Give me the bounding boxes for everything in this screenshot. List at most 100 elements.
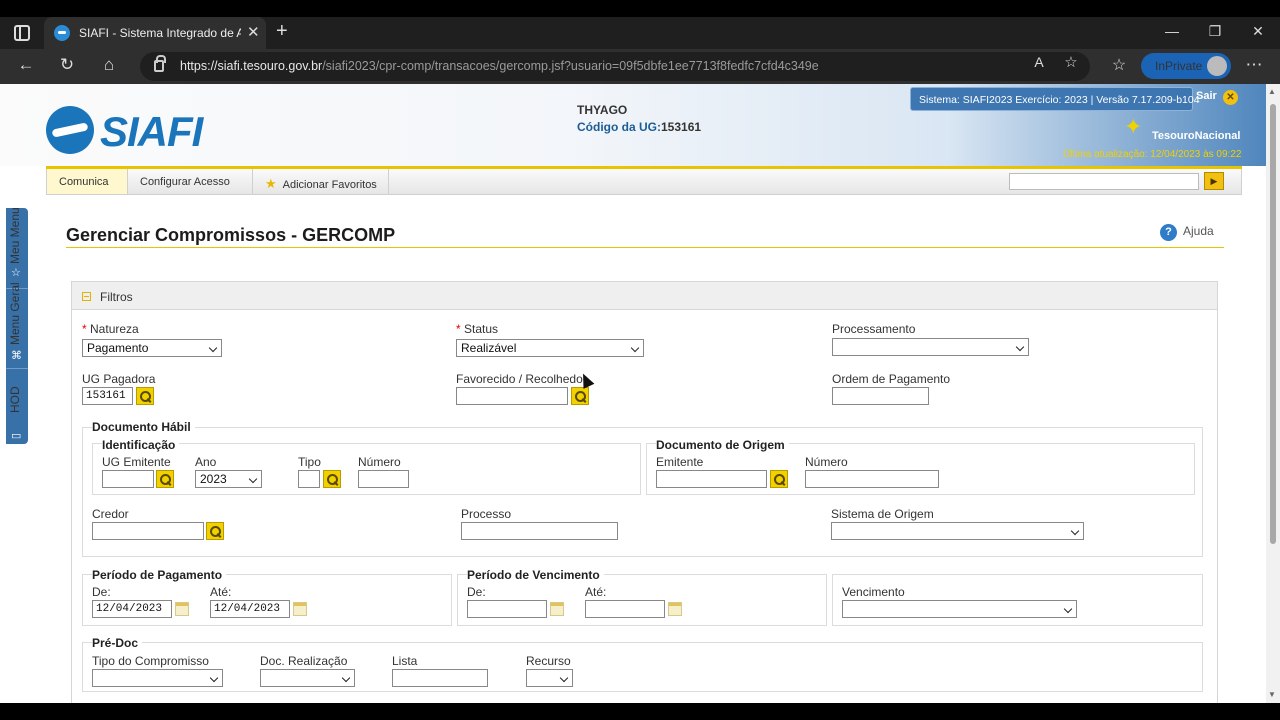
siafi-logo[interactable]: SIAFI (46, 106, 206, 156)
scroll-down-icon[interactable]: ▼ (1268, 690, 1276, 699)
tipo-input[interactable] (298, 470, 320, 488)
favorites-icon[interactable]: ☆ (1106, 55, 1132, 75)
menu-search-input[interactable] (1009, 173, 1199, 190)
lista-label: Lista (392, 654, 418, 668)
sistema-origem-select[interactable] (831, 522, 1084, 540)
tab-actions-icon[interactable] (14, 25, 30, 41)
close-window-icon[interactable]: ✕ (1243, 23, 1273, 40)
siafi-header: SIAFI THYAGO Código da UG:153161 Sistema… (0, 84, 1266, 166)
tipo-search-icon[interactable] (323, 470, 341, 488)
refresh-icon[interactable]: ↻ (54, 55, 80, 75)
calendar-icon[interactable] (550, 602, 564, 616)
lista-input[interactable] (392, 669, 488, 687)
recurso-select[interactable] (526, 669, 573, 687)
doc-realizacao-label: Doc. Realização (260, 654, 348, 668)
tesouro-nacional-logo: ✦ TesouroNacional (1124, 114, 1241, 142)
lock-icon[interactable] (154, 55, 166, 72)
processamento-select[interactable] (832, 338, 1029, 356)
processamento-label: Processamento (832, 322, 916, 336)
pagamento-ate-label: Até: (210, 585, 232, 599)
calendar-icon[interactable] (293, 602, 307, 616)
numero-input[interactable] (358, 470, 409, 488)
vencimento-ate-input[interactable] (585, 600, 665, 618)
help-icon: ? (1160, 224, 1177, 241)
close-icon[interactable]: ✕ (1223, 90, 1238, 105)
vencimento-de-input[interactable] (467, 600, 547, 618)
title-divider (66, 247, 1224, 248)
inprivate-badge[interactable]: InPrivate (1141, 53, 1231, 79)
menu-item-comunica[interactable]: Comunica (47, 169, 128, 194)
side-tab-meu-menu[interactable]: Meu Menu ☆ (6, 207, 28, 284)
emitente-search-icon[interactable] (770, 470, 788, 488)
tipo-compromisso-label: Tipo do Compromisso (92, 654, 209, 668)
profile-avatar-icon[interactable] (1207, 56, 1227, 76)
sair-link[interactable]: Sair (1196, 90, 1217, 102)
tesouro-star-icon: ✦ (1124, 114, 1143, 139)
processo-input[interactable] (461, 522, 618, 540)
credor-search-icon[interactable] (206, 522, 224, 540)
ug-pagadora-search-icon[interactable] (136, 387, 154, 405)
vencimento-select[interactable] (842, 600, 1077, 618)
plus-icon[interactable]: + (276, 20, 288, 43)
credor-label: Credor (92, 507, 129, 521)
page-title: Gerenciar Compromissos - GERCOMP (66, 225, 396, 245)
ano-select[interactable]: 2023 (195, 470, 262, 488)
ano-label: Ano (195, 455, 217, 469)
search-go-icon[interactable]: ▶ (1204, 172, 1224, 190)
recurso-label: Recurso (526, 654, 571, 668)
restore-icon[interactable]: ❐ (1200, 23, 1230, 40)
side-tab-hod[interactable]: HOD ▭ (6, 368, 28, 444)
back-icon[interactable]: ← (13, 55, 39, 75)
side-tab-menu-geral[interactable]: Menu Geral ⌘ (6, 282, 28, 364)
status-select[interactable]: Realizável (456, 339, 644, 357)
page-scrollbar[interactable]: ▲ ▼ (1266, 84, 1280, 703)
top-menu: Comunica Configurar Acesso ★ Adicionar Fa… (46, 169, 1242, 195)
favorecido-label: Favorecido / Recolhedor (456, 372, 587, 386)
emitente-label: Emitente (656, 455, 704, 469)
sistema-origem-label: Sistema de Origem (831, 507, 934, 521)
browser-tab[interactable]: SIAFI - Sistema Integrado de Adm ✕ (44, 17, 266, 49)
close-tab-icon[interactable]: ✕ (247, 23, 260, 41)
side-tabs: Meu Menu ☆ Menu Geral ⌘ HOD ▭ (6, 207, 28, 444)
credor-input[interactable] (92, 522, 204, 540)
ordem-pagamento-input[interactable] (832, 387, 929, 405)
ug-emitente-search-icon[interactable] (156, 470, 174, 488)
ug-emitente-input[interactable] (102, 470, 154, 488)
origem-numero-input[interactable] (805, 470, 939, 488)
favorecido-input[interactable] (456, 387, 568, 405)
menu-item-adicionar-favoritos[interactable]: ★ Adicionar Favoritos (253, 169, 389, 194)
scrollbar-thumb[interactable] (1270, 104, 1276, 544)
ug-pagadora-input[interactable]: 153161 (82, 387, 133, 405)
scroll-up-icon[interactable]: ▲ (1268, 87, 1276, 96)
menu-item-configurar-acesso[interactable]: Configurar Acesso (128, 169, 253, 194)
collapse-icon[interactable] (82, 292, 91, 301)
monitor-icon: ▭ (11, 430, 22, 442)
vencimento-de-label: De: (467, 585, 486, 599)
doc-realizacao-select[interactable] (260, 669, 355, 687)
home-icon[interactable]: ⌂ (96, 55, 122, 75)
filters-header[interactable]: Filtros (71, 281, 1218, 310)
pre-doc-title: Pré-Doc (92, 636, 143, 650)
periodo-vencimento-title: Período de Vencimento (467, 568, 604, 582)
favorecido-search-icon[interactable] (571, 387, 589, 405)
more-icon[interactable]: ⋯ (1241, 55, 1267, 75)
pagamento-de-input[interactable]: 12/04/2023 (92, 600, 172, 618)
natureza-label: * Natureza (82, 322, 139, 336)
minimize-icon[interactable]: — (1157, 23, 1187, 39)
read-aloud-icon[interactable]: A (1026, 54, 1052, 70)
natureza-select[interactable]: Pagamento (82, 339, 222, 357)
help-link[interactable]: ? Ajuda (1160, 224, 1214, 241)
emitente-input[interactable] (656, 470, 767, 488)
vencimento-ate-label: Até: (585, 585, 607, 599)
favorite-add-icon[interactable]: ☆ (1058, 53, 1084, 71)
bottom-bar (0, 703, 1280, 720)
tipo-compromisso-select[interactable] (92, 669, 223, 687)
ug-emitente-label: UG Emitente (102, 455, 171, 469)
calendar-icon[interactable] (175, 602, 189, 616)
pagamento-ate-input[interactable]: 12/04/2023 (210, 600, 290, 618)
address-bar[interactable]: https://siafi.tesouro.gov.br/siafi2023/c… (140, 52, 1090, 81)
url-text[interactable]: https://siafi.tesouro.gov.br/siafi2023/c… (180, 59, 819, 73)
siafi-favicon-icon (54, 25, 70, 41)
calendar-icon[interactable] (668, 602, 682, 616)
pre-doc-box (82, 642, 1203, 692)
